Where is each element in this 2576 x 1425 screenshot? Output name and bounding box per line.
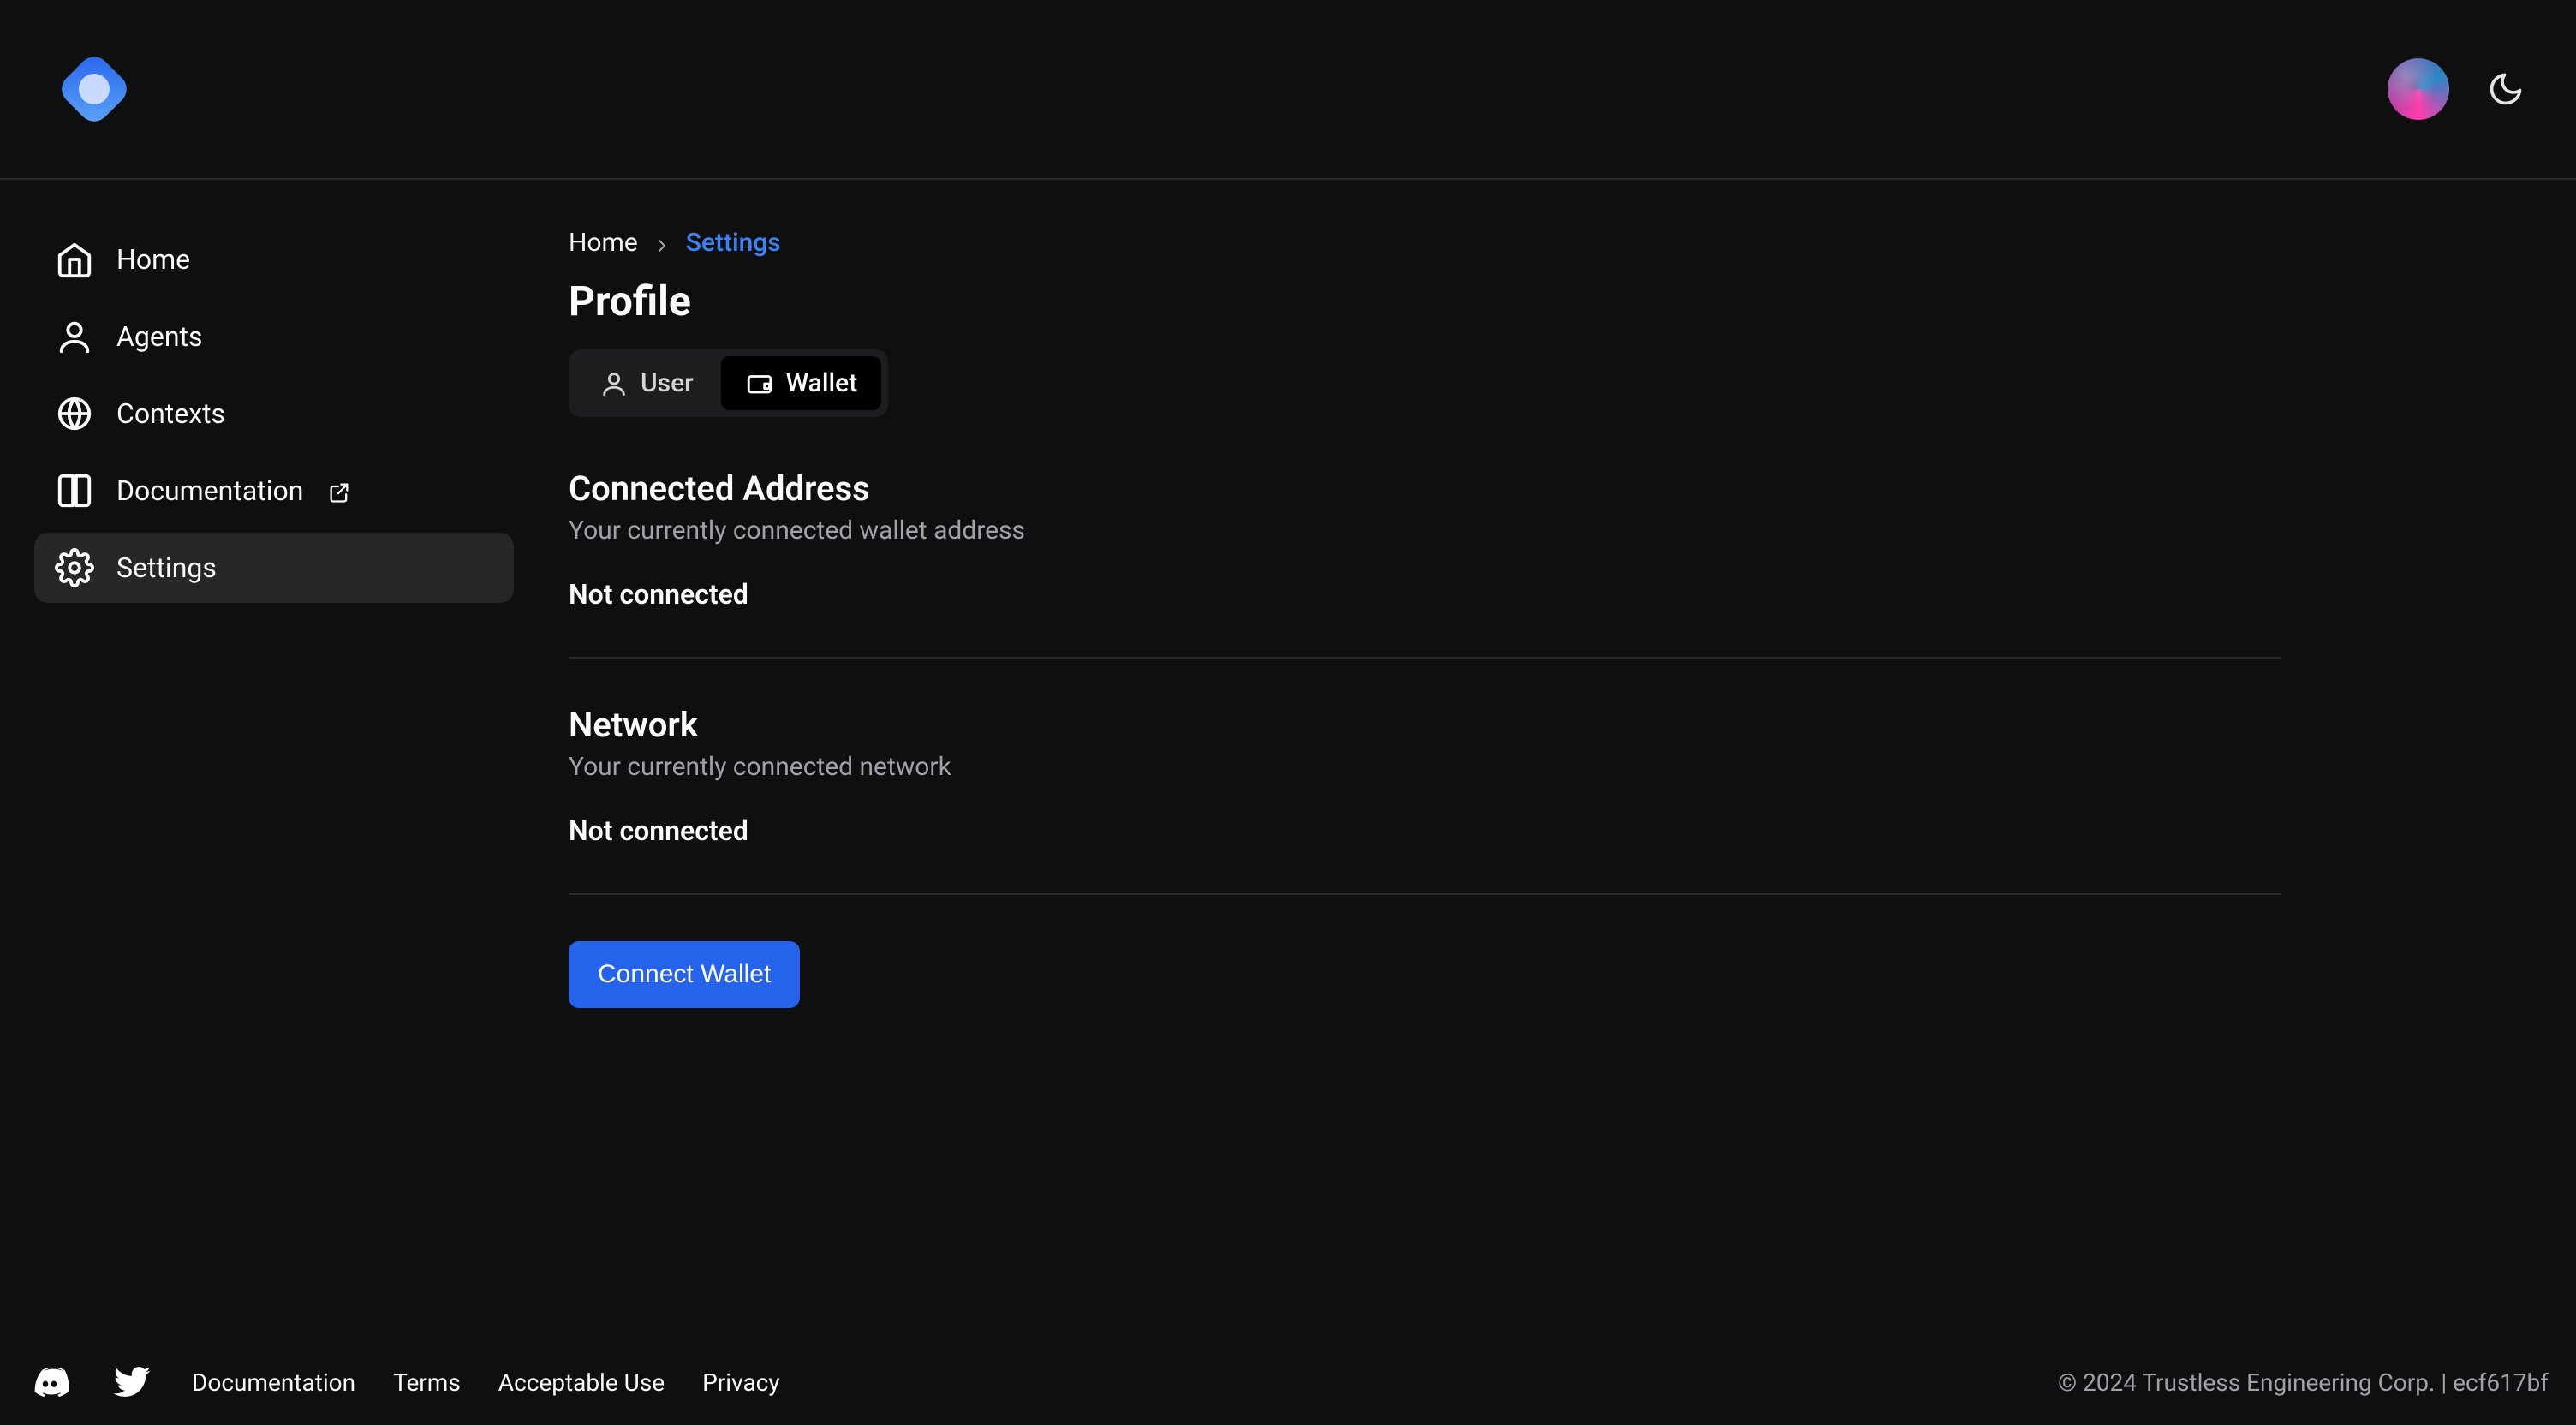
address-value: Not connected [569,578,2281,611]
wallet-icon [745,369,774,398]
chevron-right-icon [652,233,672,253]
footer: Documentation Terms Acceptable Use Priva… [0,1339,2576,1425]
layout: Home Agents Contexts Documentation [0,180,2576,1339]
section-connected-address: Connected Address Your currently connect… [569,468,2281,659]
sidebar-item-home[interactable]: Home [34,224,514,295]
section-connect: Connect Wallet [569,941,2281,1008]
section-description: Your currently connected network [569,752,2281,782]
footer-left: Documentation Terms Acceptable Use Priva… [27,1360,780,1404]
discord-icon[interactable] [27,1360,72,1404]
home-icon [55,240,94,279]
user-icon [55,317,94,356]
sidebar-item-agents[interactable]: Agents [34,301,514,372]
avatar[interactable] [2388,58,2449,120]
tab-label: Wallet [786,368,857,398]
section-title: Connected Address [569,468,2281,509]
app-logo[interactable] [51,46,137,132]
tab-group: User Wallet [569,349,888,417]
sidebar-item-contexts[interactable]: Contexts [34,379,514,449]
external-link-icon [327,479,351,503]
main: Home Settings Profile User Wallet Co [548,180,2576,1339]
section-description: Your currently connected wallet address [569,516,2281,546]
header-right [2388,58,2525,120]
breadcrumb-home[interactable]: Home [569,228,638,258]
breadcrumb: Home Settings [569,228,2514,258]
breadcrumb-current: Settings [686,228,781,258]
user-icon [599,369,629,398]
sidebar-item-label: Agents [116,320,202,353]
tab-label: User [641,368,694,398]
connect-wallet-button[interactable]: Connect Wallet [569,941,800,1008]
page-title: Profile [569,277,2514,325]
network-value: Not connected [569,814,2281,847]
sidebar-item-label: Settings [116,552,217,584]
sidebar-item-settings[interactable]: Settings [34,533,514,603]
header [0,0,2576,180]
section-network: Network Your currently connected network… [569,705,2281,895]
footer-link-documentation[interactable]: Documentation [192,1368,355,1397]
gear-icon [55,548,94,587]
sidebar-item-label: Documentation [116,474,303,507]
sidebar-item-documentation[interactable]: Documentation [34,456,514,526]
tab-wallet[interactable]: Wallet [721,356,881,410]
footer-link-terms[interactable]: Terms [393,1368,461,1397]
tab-user[interactable]: User [575,356,718,410]
footer-link-privacy[interactable]: Privacy [702,1368,779,1397]
section-title: Network [569,705,2281,745]
sidebar-item-label: Home [116,243,190,276]
globe-icon [55,394,94,433]
sidebar-item-label: Contexts [116,397,225,430]
twitter-icon[interactable] [110,1360,154,1404]
footer-link-acceptable-use[interactable]: Acceptable Use [498,1368,665,1397]
theme-toggle[interactable] [2487,70,2525,108]
book-icon [55,471,94,510]
sidebar: Home Agents Contexts Documentation [0,180,548,1339]
footer-copyright: © 2024 Trustless Engineering Corp. | ecf… [2058,1368,2549,1397]
